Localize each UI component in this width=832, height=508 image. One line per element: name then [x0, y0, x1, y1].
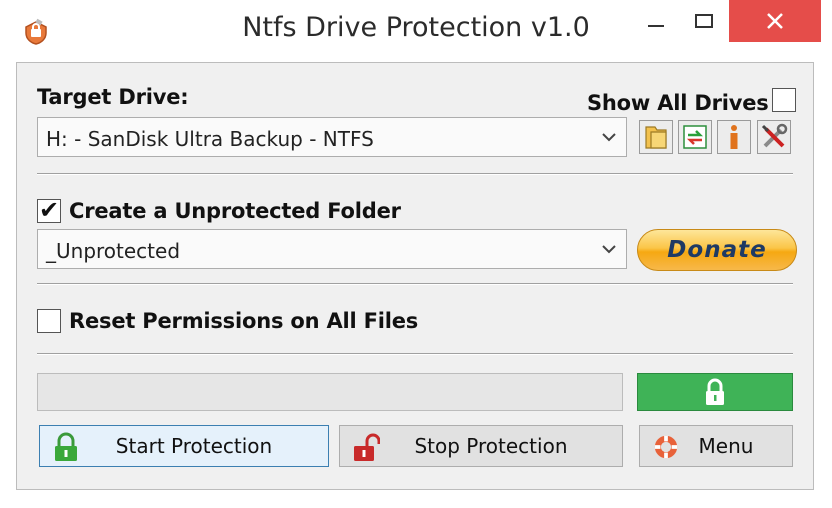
lock-open-icon [354, 433, 380, 461]
lock-icon [706, 378, 724, 405]
minimize-icon [648, 25, 664, 27]
separator [37, 173, 793, 175]
donate-button[interactable]: Donate [637, 229, 797, 271]
title-bar: Ntfs Drive Protection v1.0 [0, 0, 832, 62]
reset-permissions-label: Reset Permissions on All Files [69, 309, 419, 333]
lock-closed-icon [55, 432, 77, 461]
separator [37, 353, 793, 355]
checkmark-icon: ✔ [39, 197, 60, 224]
info-button[interactable] [717, 120, 751, 154]
lock-status-indicator [637, 373, 793, 411]
show-all-drives-label: Show All Drives [587, 91, 769, 115]
app-window: Ntfs Drive Protection v1.0 Target Drive:… [0, 0, 832, 508]
target-drive-label: Target Drive: [37, 85, 189, 109]
reset-permissions-checkbox[interactable] [37, 309, 61, 333]
target-drive-select[interactable]: H: - SanDisk Ultra Backup - NTFS [37, 117, 627, 157]
info-icon [730, 125, 738, 149]
separator [37, 283, 793, 285]
stop-protection-button[interactable]: Stop Protection [339, 425, 623, 467]
unprotected-folder-select[interactable]: _Unprotected [37, 229, 627, 269]
menu-button[interactable]: Menu [639, 425, 793, 467]
settings-button[interactable] [757, 120, 791, 154]
stop-protection-label: Stop Protection [414, 434, 568, 458]
progress-bar [37, 373, 623, 411]
create-unprotected-label: Create a Unprotected Folder [69, 199, 401, 223]
tools-icon [761, 123, 788, 148]
unprotected-folder-value: _Unprotected [46, 239, 181, 263]
show-all-drives-checkbox[interactable] [772, 88, 796, 112]
folder-icon [645, 126, 667, 149]
chevron-down-icon [602, 133, 616, 142]
refresh-icon [683, 125, 707, 149]
maximize-icon [695, 14, 713, 28]
create-unprotected-checkbox[interactable]: ✔ [37, 197, 61, 224]
target-drive-value: H: - SanDisk Ultra Backup - NTFS [46, 127, 374, 151]
start-protection-button[interactable]: Start Protection [39, 425, 329, 467]
start-protection-label: Start Protection [115, 434, 273, 458]
minimize-button[interactable] [632, 0, 680, 42]
open-folder-button[interactable] [639, 120, 673, 154]
donate-label: Donate [667, 237, 767, 263]
close-button[interactable] [729, 0, 821, 42]
close-icon [767, 13, 783, 29]
chevron-down-icon [602, 245, 616, 254]
maximize-button[interactable] [680, 0, 728, 42]
refresh-button[interactable] [678, 120, 712, 154]
lifebuoy-icon [654, 435, 678, 459]
main-panel: Target Drive: Show All Drives H: - SanDi… [16, 62, 814, 490]
